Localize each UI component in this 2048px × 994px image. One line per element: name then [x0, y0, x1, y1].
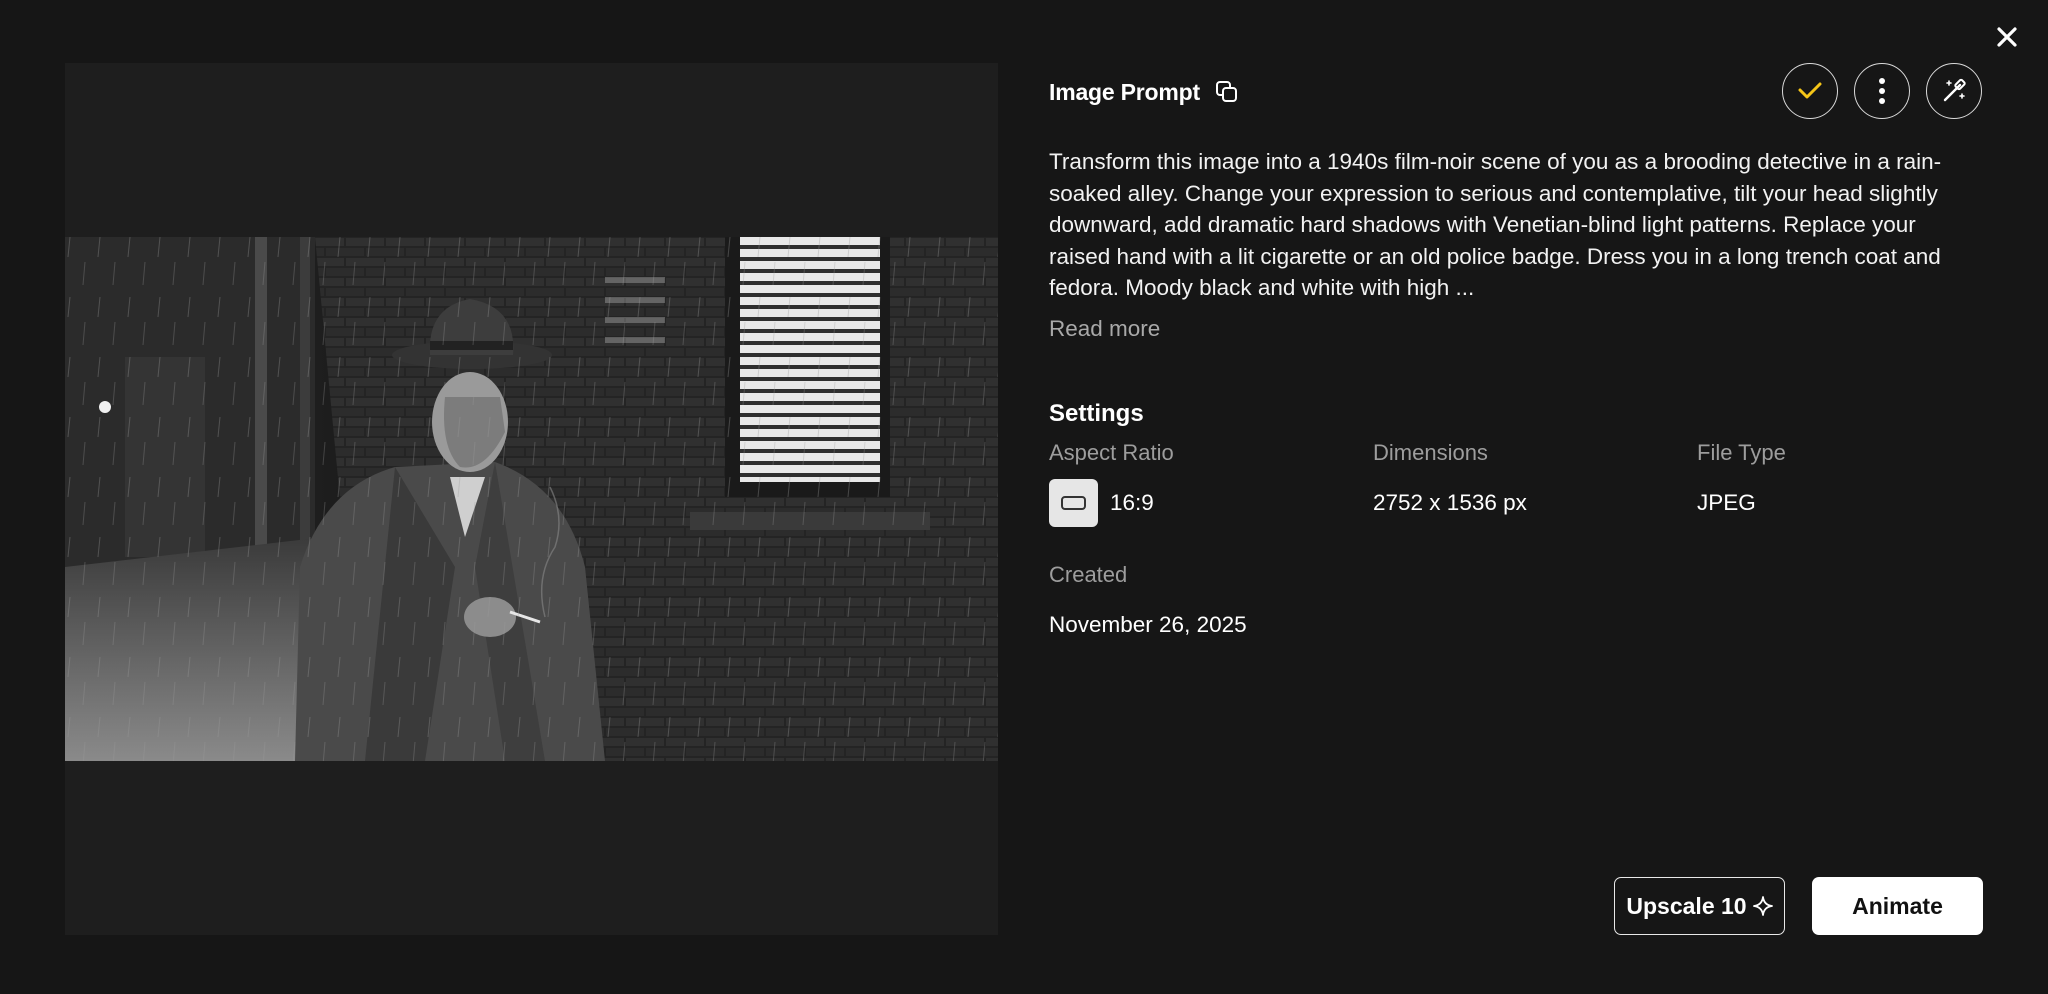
- prompt-header: Image Prompt: [1049, 76, 1242, 108]
- edit-magic-button[interactable]: [1926, 63, 1982, 119]
- more-options-button[interactable]: [1854, 63, 1910, 119]
- prompt-title: Image Prompt: [1049, 78, 1200, 105]
- aspect-ratio-label: Aspect Ratio: [1049, 440, 1174, 465]
- select-button[interactable]: [1782, 63, 1838, 119]
- aspect-ratio-value: 16:9: [1110, 490, 1154, 515]
- more-vertical-icon: [1879, 78, 1885, 104]
- magic-wand-icon: [1943, 78, 1966, 102]
- close-icon: [1997, 27, 2017, 47]
- copy-prompt-button[interactable]: [1212, 77, 1242, 107]
- image-preview: [65, 63, 998, 935]
- check-icon: [1798, 82, 1822, 99]
- rectangle-icon: [1061, 496, 1086, 510]
- action-buttons: [1782, 63, 1982, 119]
- copy-icon: [1215, 81, 1237, 102]
- details-panel: Image Prompt Transform this image into a…: [1049, 0, 1984, 994]
- file-type-label: File Type: [1697, 440, 1786, 465]
- aspect-ratio-icon: [1049, 479, 1098, 527]
- sparkle-icon: [1752, 896, 1773, 916]
- upscale-button[interactable]: Upscale 10: [1614, 877, 1785, 935]
- file-type-value: JPEG: [1697, 490, 1756, 515]
- created-value: November 26, 2025: [1049, 612, 1247, 637]
- settings-title: Settings: [1049, 400, 1144, 427]
- close-button[interactable]: [1990, 20, 2024, 54]
- read-more-link[interactable]: Read more: [1049, 316, 1160, 342]
- generated-image[interactable]: [65, 237, 998, 761]
- animate-button[interactable]: Animate: [1812, 877, 1983, 935]
- created-label: Created: [1049, 562, 1128, 587]
- dimensions-value: 2752 x 1536 px: [1373, 490, 1527, 515]
- prompt-text: Transform this image into a 1940s film-n…: [1049, 149, 1942, 300]
- dimensions-label: Dimensions: [1373, 440, 1488, 465]
- upscale-label: Upscale 10: [1626, 892, 1747, 919]
